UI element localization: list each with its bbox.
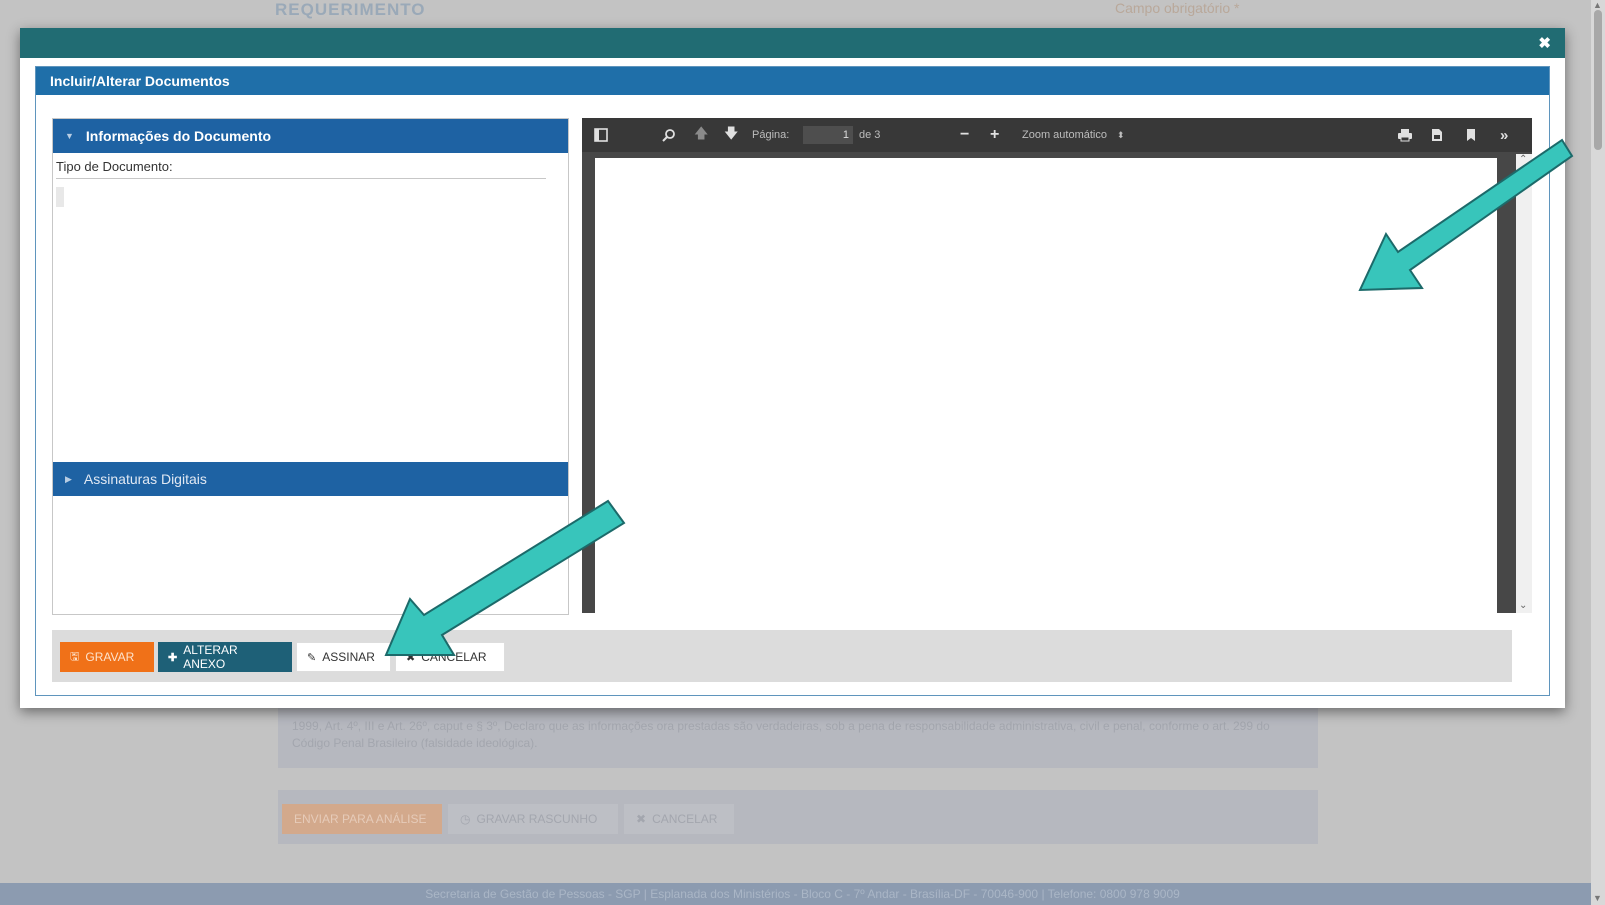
pdf-scroll-down-icon[interactable]: ⌄ [1519,600,1527,611]
info-section-title: Informações do Documento [85,128,272,144]
page-actions-bar: ENVIAR PARA ANÁLISE ◷ GRAVAR RASCUNHO ✖ … [278,790,1318,844]
page-label: Página: [752,129,790,141]
alterar-anexo-button[interactable]: ✚ ALTERAR ANEXO [158,642,292,672]
send-for-analysis-button[interactable]: ENVIAR PARA ANÁLISE [282,804,442,834]
search-icon[interactable] [662,118,676,152]
signatures-section: ▶ Assinaturas Digitais [53,462,568,496]
required-fields-note: Campo obrigatório * [1115,0,1240,16]
zoom-select[interactable]: Zoom automático ⬍ [1022,118,1125,152]
document-dialog: Incluir/Alterar Documentos ▼ Informações… [35,66,1550,696]
page-title: REQUERIMENTO [275,0,426,19]
save-icon: 🖫 [70,650,80,663]
document-type-select[interactable] [56,187,64,207]
document-type-label: Tipo de Documento: [56,159,173,174]
page-number-input-wrap: 1 [803,118,853,152]
assinar-label: ASSINAR [322,650,375,664]
modal-header-bar: ✖ [20,28,1565,58]
info-section-header[interactable]: ▼ Informações do Documento [53,119,568,153]
document-modal: ✖ Incluir/Alterar Documentos ▼ Informaçõ… [20,28,1565,708]
declaration-text: 1999, Art. 4º, III e Art. 26º, caput e §… [292,719,1270,750]
collapse-caret-icon: ▼ [65,131,74,141]
save-draft-button[interactable]: ◷ GRAVAR RASCUNHO [448,804,618,834]
dialog-title: Incluir/Alterar Documentos [36,67,1549,95]
signatures-section-title: Assinaturas Digitais [83,471,207,487]
page-cancel-button[interactable]: ✖ CANCELAR [624,804,734,834]
signatures-section-header[interactable]: ▶ Assinaturas Digitais [53,462,568,496]
document-type-field[interactable] [56,178,546,181]
zoom-select-value: Zoom automático [1022,129,1107,141]
declaration-box: 1999, Art. 4º, III e Art. 26º, caput e §… [278,708,1318,768]
scroll-down-icon[interactable]: ▼ [1593,893,1602,903]
gravar-button[interactable]: 🖫 GRAVAR [60,642,154,672]
expand-caret-icon: ▶ [65,473,72,484]
assinar-button[interactable]: ✎ ASSINAR [296,642,391,672]
page-total: de 3 [859,129,881,141]
annotation-arrow-upper [1358,138,1574,292]
page-footer: Secretaria de Gestão de Pessoas - SGP | … [0,883,1605,905]
modal-close-icon[interactable]: ✖ [1538,34,1551,52]
close-icon: ✖ [636,812,647,826]
plus-icon: ✚ [168,651,178,664]
page-scrollbar[interactable]: ▲ ▼ [1591,0,1605,905]
clock-icon: ◷ [460,812,471,826]
page-cancel-label: CANCELAR [652,812,718,826]
pencil-icon: ✎ [307,651,317,664]
zoom-out-icon[interactable]: − [960,118,969,152]
save-draft-label: GRAVAR RASCUNHO [476,812,598,826]
annotation-arrow-lower [384,499,626,656]
select-arrows-icon: ⬍ [1116,129,1125,140]
sidebar-toggle-icon[interactable] [594,118,608,152]
zoom-in-icon[interactable]: + [990,118,999,152]
page-number-input[interactable]: 1 [803,126,853,144]
dialog-button-bar: 🖫 GRAVAR ✚ ALTERAR ANEXO ✎ ASSINAR ✖ CAN… [52,630,1512,682]
page-scroll-thumb[interactable] [1594,10,1602,150]
alterar-anexo-label: ALTERAR ANEXO [183,643,238,671]
scroll-up-icon[interactable]: ▲ [1593,0,1602,10]
gravar-label: GRAVAR [85,650,135,664]
prev-page-icon[interactable]: 🡅 [694,118,708,152]
next-page-icon[interactable]: 🡇 [724,118,738,152]
